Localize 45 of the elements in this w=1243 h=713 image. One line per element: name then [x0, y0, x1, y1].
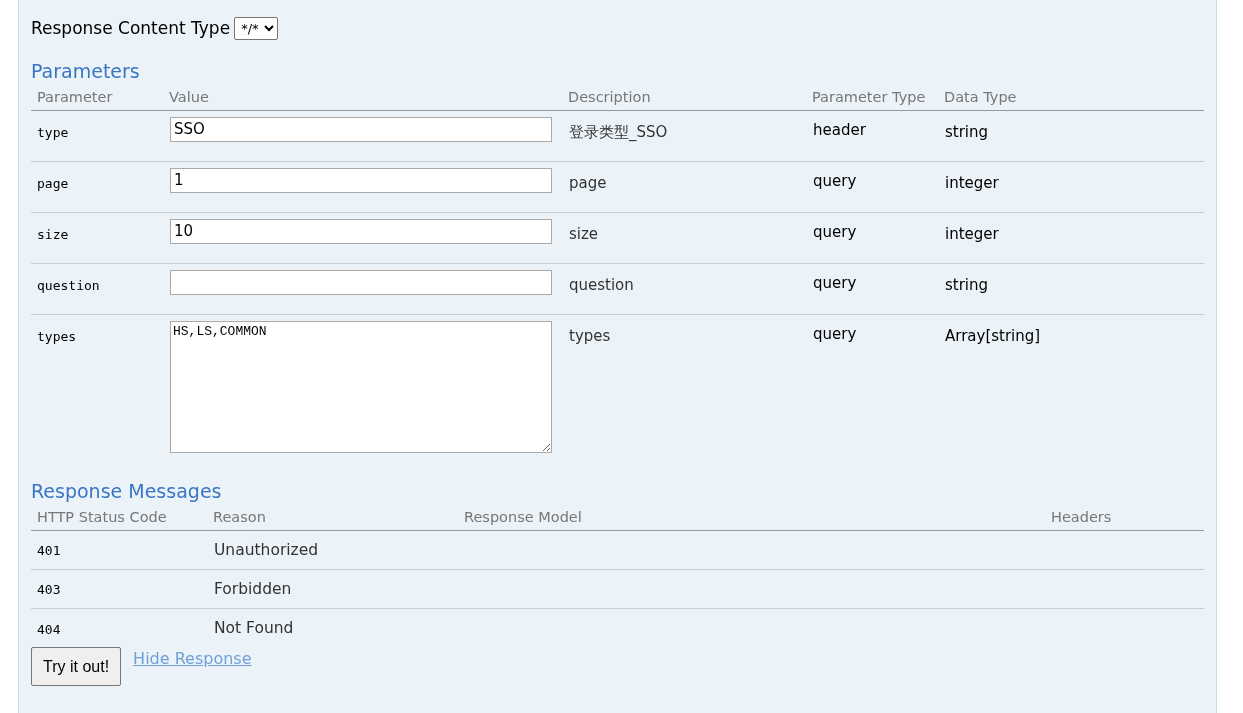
parameter-name: page [37, 175, 69, 191]
section-title: Parameters [31, 58, 141, 84]
description-text: size [569, 224, 599, 243]
column-header: Response Model [464, 509, 582, 526]
description-text: 登录类型_SSO [569, 122, 668, 141]
parameter-type: query [813, 273, 857, 292]
description-text: page [569, 173, 607, 192]
reason-text: Not Found [214, 619, 294, 638]
value-field[interactable] [170, 269, 552, 295]
data-type: Array[string] [945, 326, 1041, 345]
parameter-type: query [813, 171, 857, 190]
parameter-name: types [37, 328, 77, 344]
content-type-select[interactable]: */* [234, 17, 279, 41]
parameter-type: query [813, 324, 857, 343]
value-field[interactable]: 1 [170, 167, 552, 193]
column-header: Description [568, 89, 651, 105]
data-type: string [945, 275, 989, 294]
parameter-type: query [813, 222, 857, 241]
value-field[interactable]: 10 [170, 218, 552, 244]
parameter-type: header [813, 120, 866, 139]
column-header: HTTP Status Code [37, 509, 167, 526]
parameter-name: type [37, 124, 69, 140]
section-title: Response Messages [31, 478, 223, 504]
description-text: types [569, 326, 611, 345]
try-it-out-button[interactable]: Try it out! [31, 647, 122, 686]
column-header: Parameter Type [812, 89, 926, 105]
column-header: Value [169, 89, 209, 105]
column-header: Headers [1051, 509, 1112, 526]
parameter-name: question [37, 277, 100, 293]
data-type: integer [945, 173, 999, 192]
data-type: string [945, 122, 989, 141]
column-header: Parameter [37, 89, 113, 105]
status-code: 404 [37, 621, 61, 637]
value-textarea[interactable]: HS,LS,COMMON [170, 320, 552, 453]
status-code: 403 [37, 582, 61, 597]
content-type-label: Response Content Type [31, 17, 231, 40]
data-type: integer [945, 224, 999, 243]
description-text: question [569, 275, 634, 294]
column-header: Reason [213, 509, 266, 526]
reason-text: Forbidden [214, 579, 292, 598]
reason-text: Unauthorized [214, 540, 319, 559]
status-code: 401 [37, 543, 61, 558]
value-field[interactable]: SSO [170, 116, 552, 142]
column-header: Data Type [944, 89, 1017, 105]
parameter-name: size [37, 226, 69, 242]
